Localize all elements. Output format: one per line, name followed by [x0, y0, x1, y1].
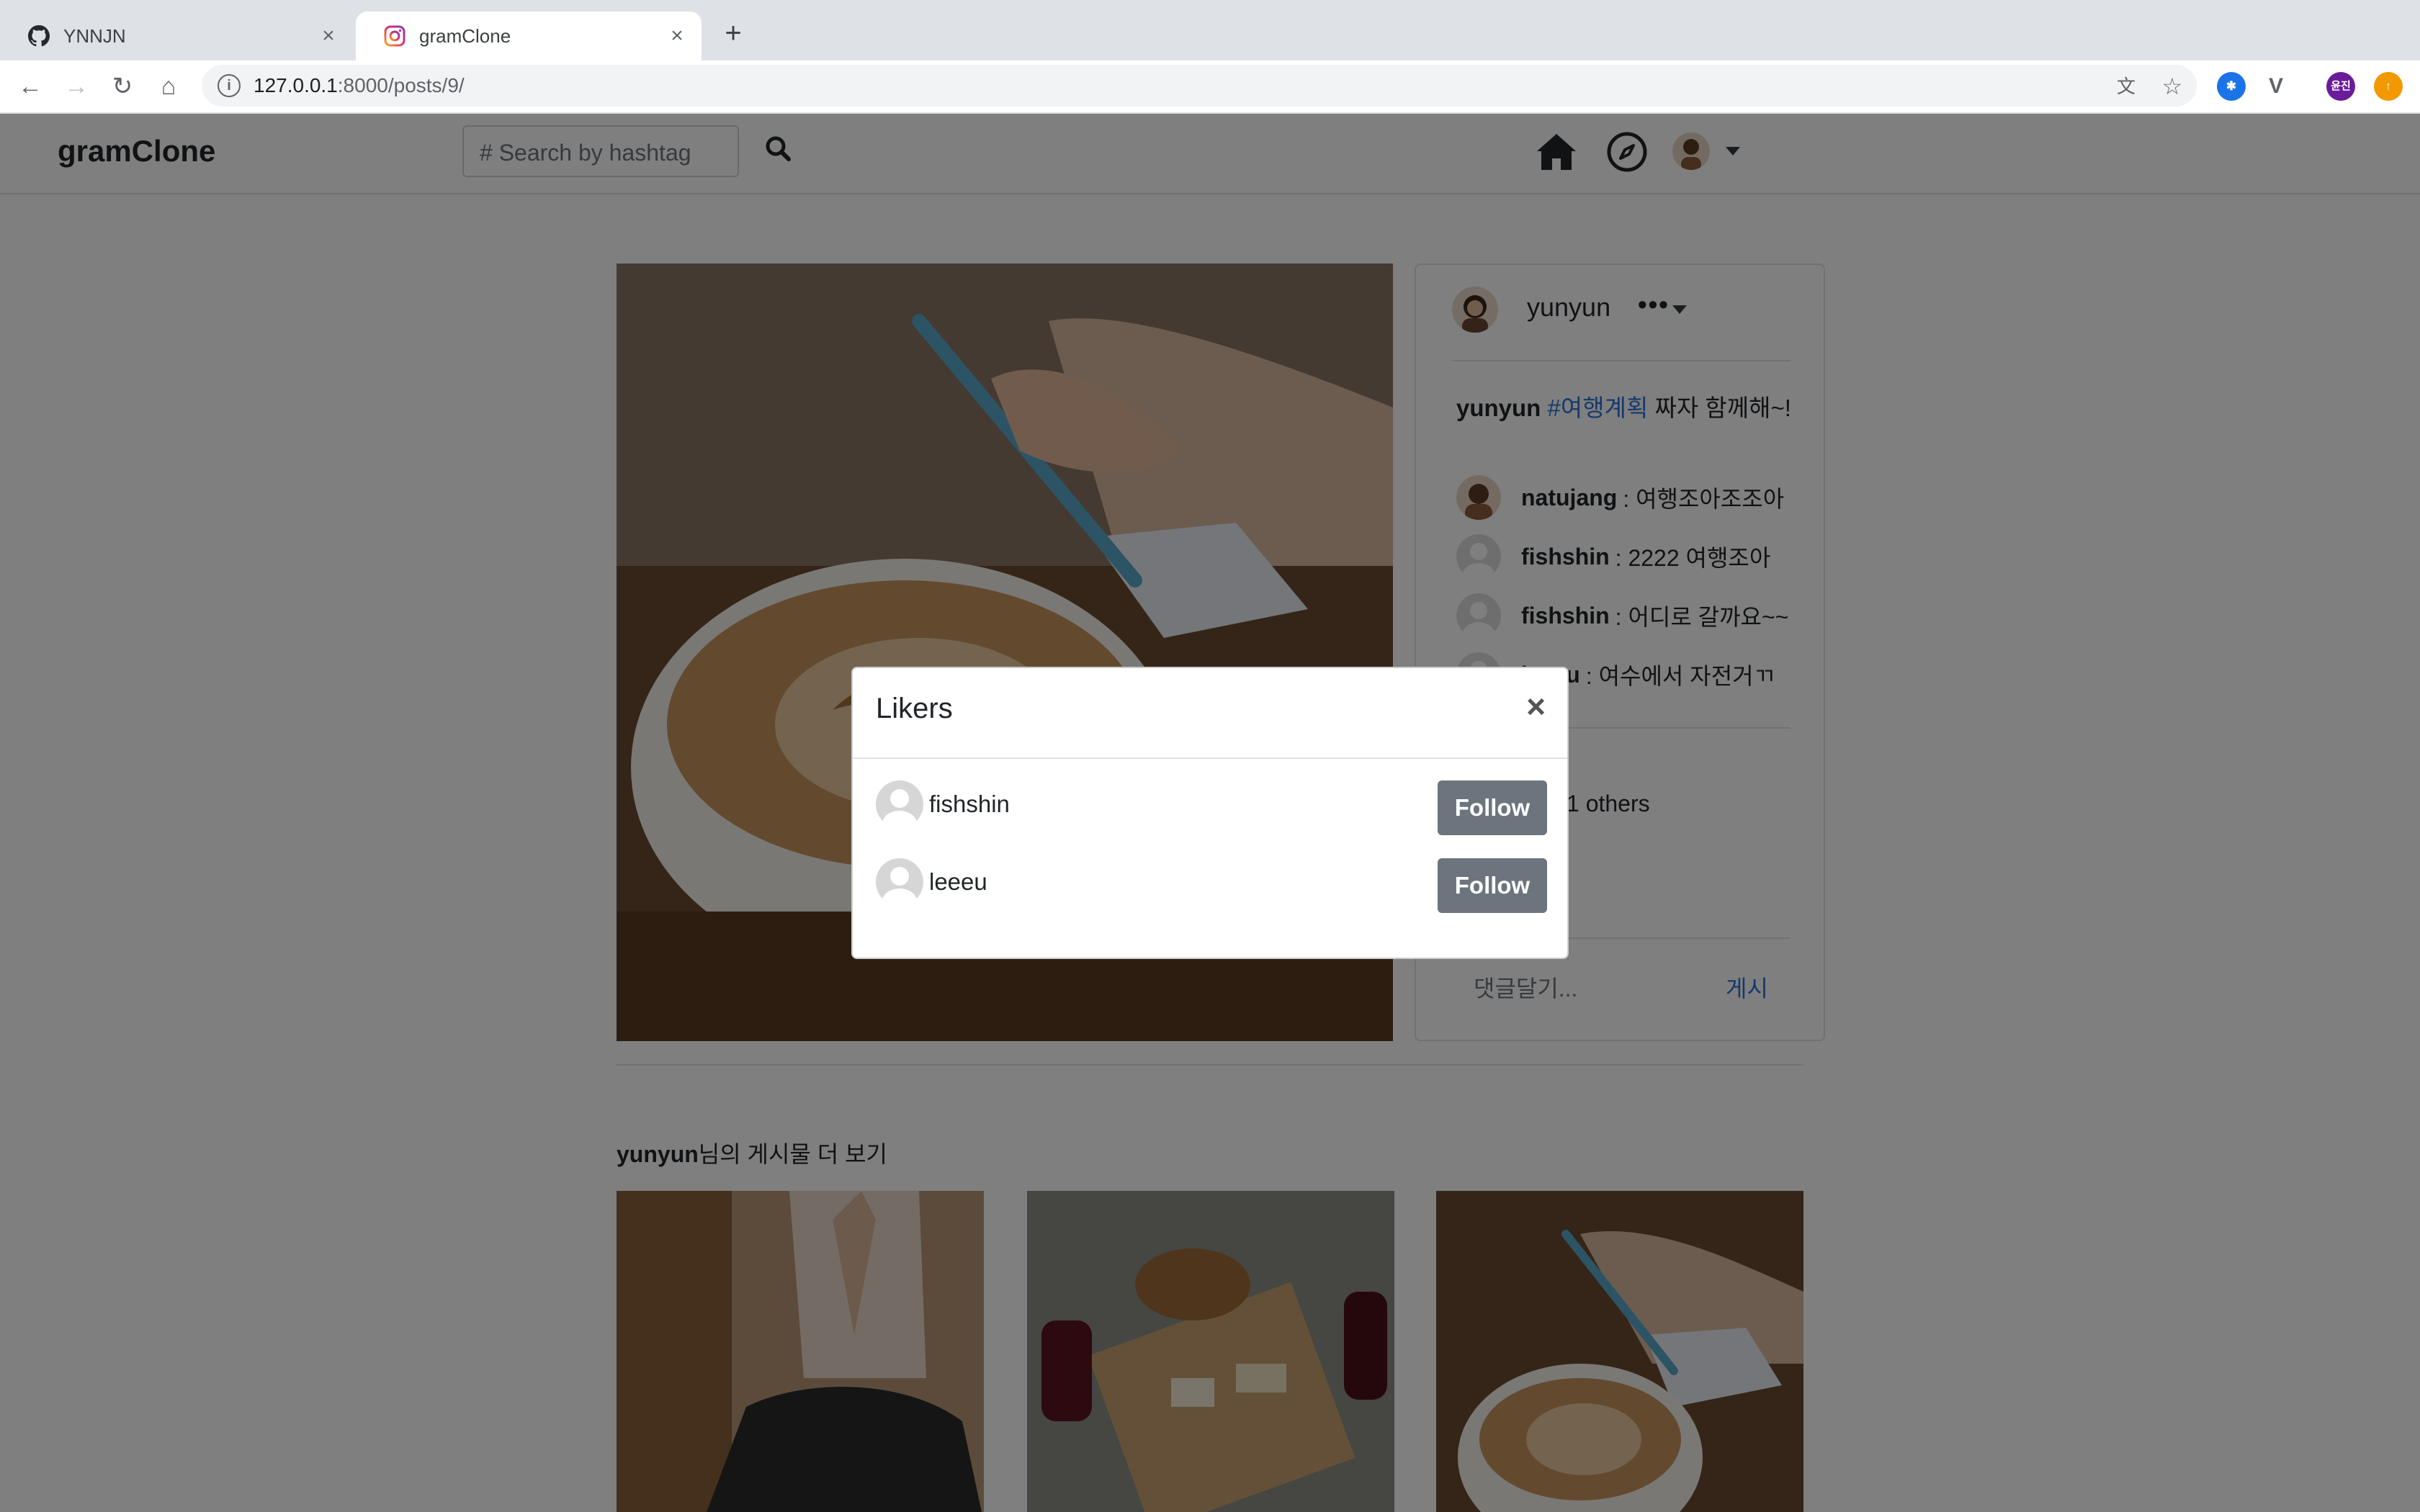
tab-close-icon[interactable]: ×: [663, 24, 691, 48]
translate-icon[interactable]: 文: [2110, 71, 2142, 102]
liker-username[interactable]: fishshin: [929, 791, 1010, 818]
tab-gramclone[interactable]: gramClone ×: [356, 12, 702, 60]
modal-divider: [853, 757, 1567, 759]
follow-button[interactable]: Follow: [1438, 780, 1547, 835]
browser-toolbar: ← → ↻ ⌂ i 127.0.0.1:8000/posts/9/ 文 ☆ ✱ …: [0, 60, 2420, 114]
url-text: 127.0.0.1:8000/posts/9/: [254, 74, 465, 96]
extension-icon[interactable]: ✱: [2217, 72, 2246, 101]
back-arrow-icon[interactable]: ←: [16, 72, 45, 101]
liker-username[interactable]: leeeu: [929, 868, 987, 896]
extension-v-icon[interactable]: V: [2262, 72, 2290, 101]
github-icon: [27, 24, 50, 48]
liker-row: leeeu: [876, 857, 987, 907]
forward-arrow-icon[interactable]: →: [62, 72, 91, 101]
liker-row: fishshin: [876, 779, 1010, 829]
default-avatar-icon[interactable]: [876, 780, 923, 828]
default-avatar-icon[interactable]: [876, 858, 923, 906]
follow-button[interactable]: Follow: [1438, 858, 1547, 913]
update-icon[interactable]: ↑: [2374, 72, 2403, 101]
browser-tab-strip: YNNJN × gramClone × +: [0, 0, 2420, 60]
home-icon[interactable]: ⌂: [154, 72, 183, 101]
profile-avatar[interactable]: 윤진: [2326, 72, 2355, 101]
reload-icon[interactable]: ↻: [108, 72, 137, 101]
close-icon[interactable]: ×: [1526, 690, 1546, 723]
info-icon[interactable]: i: [218, 74, 241, 97]
bookmark-star-icon[interactable]: ☆: [2156, 71, 2188, 102]
likers-modal: Likers × fishshin Follow leeeu Follow: [851, 667, 1569, 959]
tab-ynnjn[interactable]: YNNJN ×: [0, 12, 353, 60]
modal-title: Likers: [876, 693, 953, 724]
tab-title: YNNJN: [63, 24, 126, 47]
address-bar[interactable]: i 127.0.0.1:8000/posts/9/: [202, 65, 2197, 107]
tab-close-icon[interactable]: ×: [314, 24, 343, 48]
instagram-icon: [383, 24, 406, 48]
tab-title: gramClone: [419, 24, 511, 47]
new-tab-icon[interactable]: +: [717, 17, 749, 49]
